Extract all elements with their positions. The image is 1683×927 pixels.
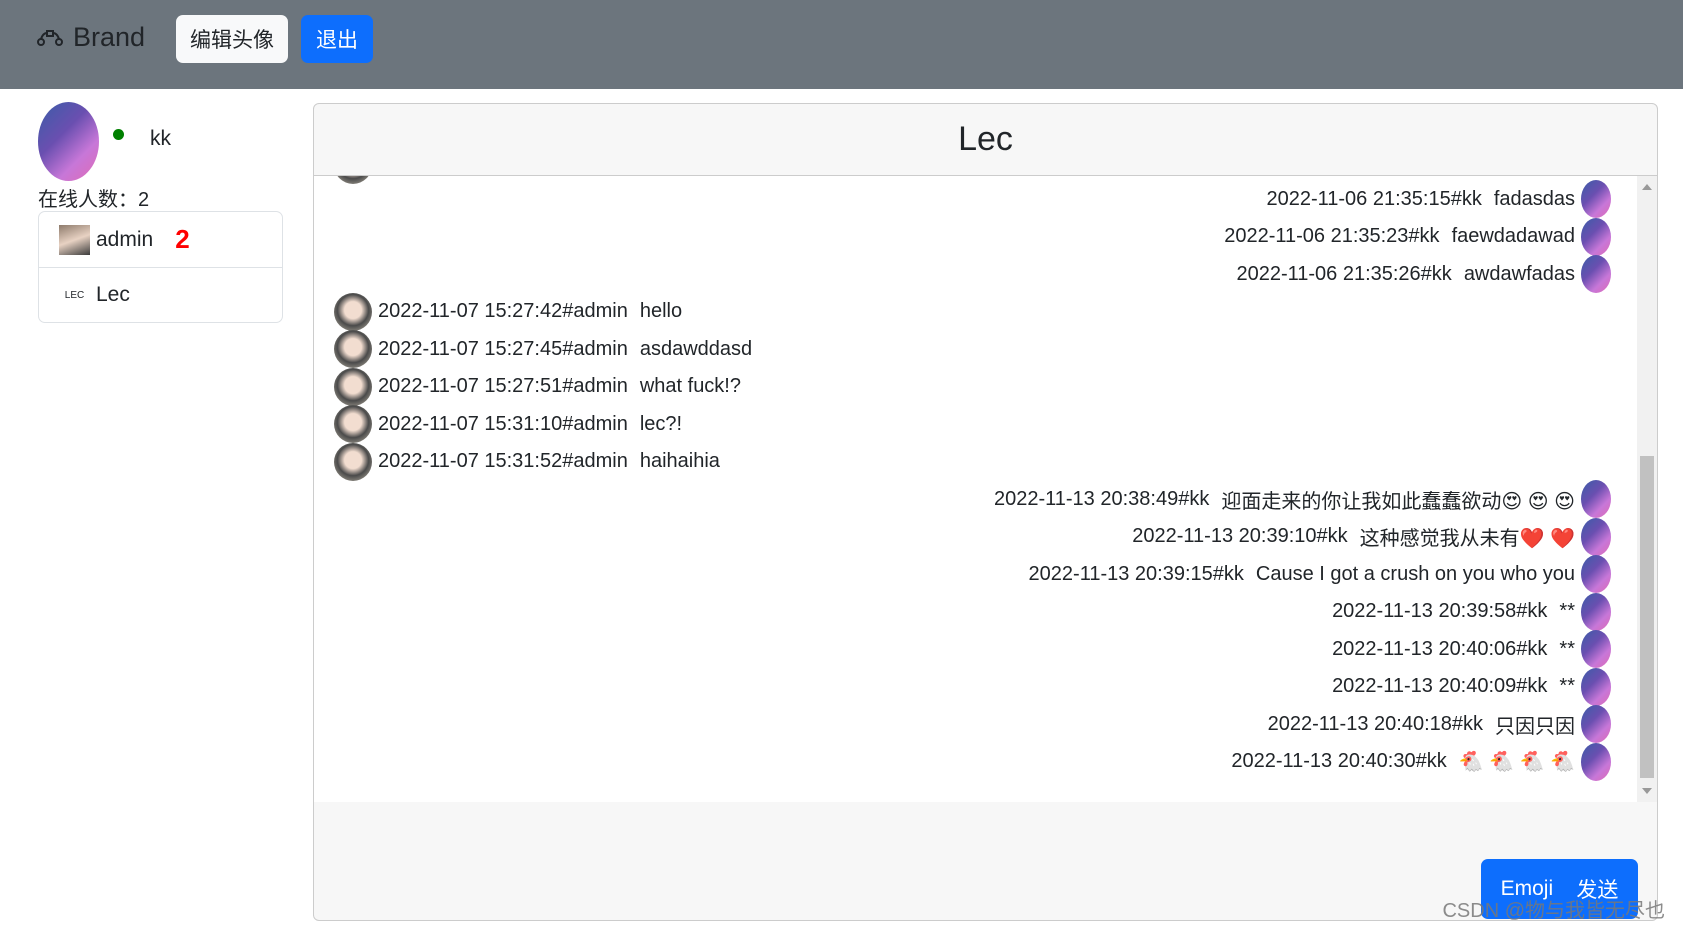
message-row: 2022-11-13 20:39:10#kk 这种感觉我从未有❤️ ❤️ — [1132, 517, 1611, 556]
message-meta: 2022-11-13 20:39:10#kk — [1132, 525, 1348, 547]
contact-item-admin[interactable]: admin 2 — [39, 212, 282, 267]
message-avatar — [1581, 255, 1611, 293]
message-meta: 2022-11-13 20:40:30#kk — [1231, 750, 1447, 772]
scroll-down-arrow[interactable] — [1642, 788, 1652, 794]
message-row: 2022-11-06 21:35:15#kk fadasdas — [1266, 180, 1611, 218]
message-text: ** — [1559, 600, 1575, 622]
message-text: asdawddasd — [639, 337, 753, 360]
message-row: 2022-11-13 20:40:18#kk 只因只因 — [1268, 705, 1611, 743]
my-username: kk — [150, 127, 171, 150]
message-row: 2022-11-07 15:31:10#admin lec?! — [334, 405, 682, 443]
message-row: 2022-11-06 21:35:26#kk awdawfadas — [1236, 255, 1611, 293]
online-count: 在线人数：2 — [38, 189, 150, 211]
message-meta: 2022-11-13 20:39:58#kk — [1332, 600, 1548, 622]
message-avatar — [1581, 180, 1611, 218]
contact-avatar — [59, 224, 90, 255]
message-avatar — [334, 442, 372, 481]
message-row: 2022-11-13 20:39:15#kk Cause I got a crus… — [1029, 555, 1611, 593]
message-row: 2022-11-06 21:35:23#kk faewdadawad — [1224, 217, 1611, 256]
message-text: Cause I got a crush on you who you — [1255, 562, 1575, 585]
edit-avatar-button[interactable]: 编辑头像 — [176, 15, 288, 63]
message-row: 2022-11-07 15:27:51#admin what fuck!? — [334, 367, 741, 406]
message-text: lec?! — [639, 412, 683, 435]
online-status-dot — [113, 129, 124, 140]
message-text: awdawfadas — [1463, 262, 1575, 285]
message-meta: 2022-11-13 20:39:15#kk — [1028, 562, 1244, 585]
message-row: 2022-11-13 20:40:06#kk ** — [1332, 630, 1611, 668]
message-avatar — [1581, 742, 1611, 781]
partial-avatar — [334, 176, 372, 184]
message-text: hello — [639, 300, 683, 322]
message-meta: 2022-11-13 20:40:18#kk — [1267, 712, 1483, 735]
message-avatar — [334, 330, 372, 368]
message-row: 2022-11-07 15:27:42#admin hello — [334, 292, 683, 331]
message-row: 2022-11-13 20:39:58#kk ** — [1332, 592, 1611, 631]
message-text: faewdadawad — [1451, 225, 1575, 247]
message-avatar — [1581, 480, 1611, 518]
chat-panel: Lec 2022-11-06 21:35:15#kk fadasdas 2022-1… — [313, 103, 1658, 921]
message-avatar — [1581, 667, 1611, 706]
message-list[interactable]: 2022-11-06 21:35:15#kk fadasdas 2022-11-06… — [314, 176, 1657, 802]
brand-label: Brand — [73, 22, 146, 52]
message-meta: 2022-11-06 21:35:26#kk — [1236, 262, 1452, 285]
message-avatar — [1581, 705, 1611, 743]
message-text: fadasdas — [1493, 187, 1575, 210]
scrollbar-thumb[interactable] — [1640, 456, 1654, 778]
my-avatar[interactable] — [38, 102, 99, 181]
navbar: Brand 编辑头像 退出 — [0, 0, 1683, 89]
contact-name: admin — [96, 227, 154, 251]
message-meta: 2022-11-07 15:27:45#admin — [378, 337, 628, 360]
message-meta: 2022-11-07 15:27:42#admin — [378, 300, 628, 322]
scroll-up-arrow[interactable] — [1642, 184, 1652, 190]
message-row: 2022-11-13 20:40:09#kk ** — [1332, 667, 1611, 706]
message-avatar — [334, 405, 372, 443]
message-text: 只因只因 — [1495, 715, 1575, 738]
logout-button[interactable]: 退出 — [301, 15, 373, 63]
message-meta: 2022-11-13 20:40:06#kk — [1332, 637, 1548, 660]
message-avatar — [1581, 592, 1611, 631]
scrollbar[interactable] — [1637, 176, 1657, 802]
message-avatar — [1581, 630, 1611, 668]
contact-name: Lec — [96, 283, 130, 306]
message-avatar — [1581, 217, 1611, 256]
message-meta: 2022-11-13 20:40:09#kk — [1332, 675, 1548, 697]
message-row: 2022-11-13 20:40:30#kk 🐔 🐔 🐔 🐔 — [1231, 742, 1611, 781]
message-text: ** — [1559, 675, 1575, 697]
message-avatar — [334, 367, 372, 406]
message-text: what fuck!? — [639, 375, 741, 397]
message-avatar — [1581, 517, 1611, 556]
message-text: 迎面走来的你让我如此蠢蠢欲动😍 😍 😍 — [1221, 490, 1575, 513]
message-text: 这种感觉我从未有❤️ ❤️ — [1359, 528, 1575, 550]
message-meta: 2022-11-07 15:31:52#admin — [378, 450, 628, 472]
message-avatar — [334, 292, 372, 331]
contact-avatar: LEC — [64, 289, 85, 301]
message-row: 2022-11-13 20:38:49#kk 迎面走来的你让我如此蠢蠢欲动😍 😍 … — [994, 480, 1611, 518]
message-meta: 2022-11-06 21:35:15#kk — [1266, 187, 1482, 210]
message-avatar — [1581, 555, 1611, 593]
message-row: 2022-11-07 15:27:45#admin asdawddasd — [334, 330, 752, 368]
message-meta: 2022-11-07 15:27:51#admin — [378, 375, 628, 397]
contact-list: admin 2 LEC Lec — [38, 211, 283, 323]
watermark: CSDN @物与我皆无尽也 — [1442, 900, 1665, 922]
message-meta: 2022-11-07 15:31:10#admin — [378, 412, 628, 435]
contact-item-lec[interactable]: LEC Lec — [39, 267, 282, 322]
unread-badge: 2 — [175, 224, 190, 254]
message-row: 2022-11-07 15:31:52#admin haihaihia — [334, 442, 720, 481]
message-text: haihaihia — [639, 450, 720, 472]
brand-link[interactable]: Brand — [37, 22, 145, 53]
message-meta: 2022-11-13 20:38:49#kk — [993, 487, 1210, 510]
chat-title: Lec — [314, 104, 1657, 176]
message-meta: 2022-11-06 21:35:23#kk — [1224, 225, 1440, 247]
bezier-icon — [37, 29, 63, 46]
message-text: ** — [1559, 637, 1575, 660]
message-text: 🐔 🐔 🐔 🐔 — [1458, 751, 1575, 773]
